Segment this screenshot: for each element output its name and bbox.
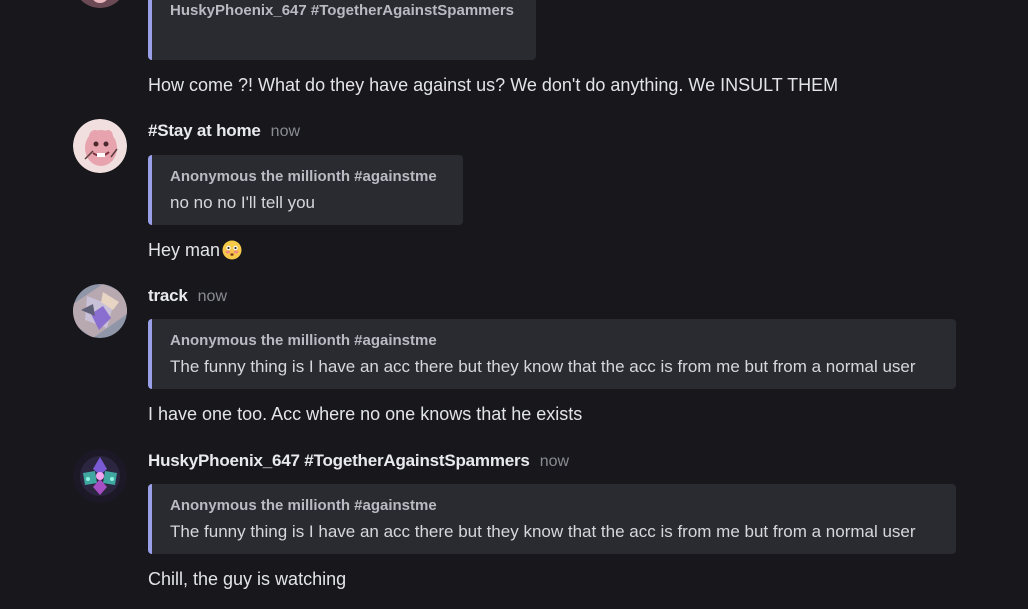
chat-message-list: HuskyPhoenix_647 #TogetherAgainstSpammer… bbox=[0, 0, 1028, 609]
reply-quote[interactable]: Anonymous the millionth #againstme The f… bbox=[148, 484, 956, 554]
partial-avatar-icon[interactable] bbox=[73, 0, 127, 8]
reply-quote-text: The funny thing is I have an acc there b… bbox=[170, 522, 916, 541]
message-timestamp[interactable]: now bbox=[198, 288, 227, 306]
message-author[interactable]: #Stay at home bbox=[148, 121, 261, 141]
message-body: I have one too. Acc where no one knows t… bbox=[148, 403, 583, 424]
flushed-face-emoji-icon bbox=[222, 240, 242, 260]
message-timestamp[interactable]: now bbox=[540, 453, 569, 471]
reply-quote[interactable]: Anonymous the millionth #againstme no no… bbox=[148, 155, 463, 225]
message-header: #Stay at home now bbox=[148, 121, 300, 145]
message-body: Chill, the guy is watching bbox=[148, 568, 347, 589]
reply-quote[interactable]: HuskyPhoenix_647 #TogetherAgainstSpammer… bbox=[148, 0, 536, 60]
reply-quote-text: no no no I'll tell you bbox=[170, 193, 316, 212]
reply-quote-bar bbox=[148, 155, 152, 225]
message-author[interactable]: track bbox=[148, 286, 188, 306]
reply-quote-bar bbox=[148, 484, 152, 554]
anime-character-avatar-icon[interactable] bbox=[73, 284, 127, 338]
message-header: HuskyPhoenix_647 #TogetherAgainstSpammer… bbox=[148, 451, 569, 475]
reply-quote[interactable]: Anonymous the millionth #againstme The f… bbox=[148, 319, 956, 389]
reply-quote-author: Anonymous the millionth #againstme bbox=[170, 168, 437, 185]
reply-quote-text: The funny thing is I have an acc there b… bbox=[170, 357, 916, 376]
message-body-text: Hey man bbox=[148, 239, 221, 260]
reply-quote-author: Anonymous the millionth #againstme bbox=[170, 332, 437, 349]
reply-quote-author: HuskyPhoenix_647 #TogetherAgainstSpammer… bbox=[170, 2, 515, 19]
reply-quote-author: Anonymous the millionth #againstme bbox=[170, 497, 437, 514]
crystal-phoenix-avatar-icon[interactable] bbox=[73, 449, 127, 503]
message-timestamp[interactable]: now bbox=[271, 123, 300, 141]
message-body: How come ?! What do they have against us… bbox=[148, 74, 839, 95]
reply-quote-bar bbox=[148, 319, 152, 389]
message-body: Hey man bbox=[148, 238, 242, 262]
message-author[interactable]: HuskyPhoenix_647 #TogetherAgainstSpammer… bbox=[148, 451, 530, 471]
message-header: track now bbox=[148, 286, 227, 310]
pink-creature-avatar-icon[interactable] bbox=[73, 119, 127, 173]
reply-quote-bar bbox=[148, 0, 152, 60]
